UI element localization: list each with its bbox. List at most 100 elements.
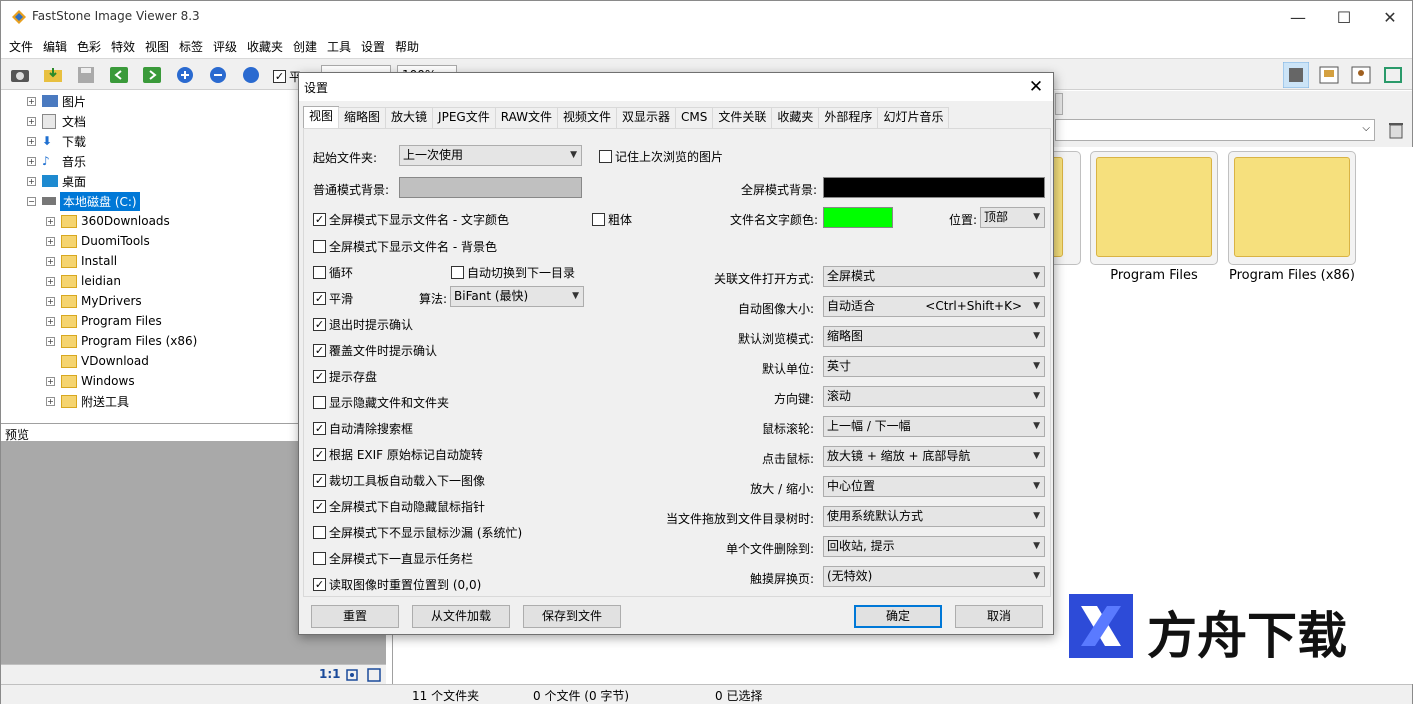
menu-tags[interactable]: 标签 <box>179 38 203 55</box>
checkbox-box[interactable] <box>599 150 612 163</box>
zoom-select[interactable]: 中心位置 ▼ <box>823 476 1045 497</box>
option-checkbox[interactable]: ✓ 根据 EXIF 原始标记自动旋转 <box>313 446 483 463</box>
tab-external-programs[interactable]: 外部程序 <box>818 107 879 128</box>
tree-folder[interactable]: + Windows <box>46 371 135 391</box>
start-folder-select[interactable]: 上一次使用 ▼ <box>399 145 582 166</box>
save-to-file-button[interactable]: 保存到文件 <box>523 605 621 628</box>
expand-icon[interactable]: + <box>27 156 36 166</box>
tree-folder[interactable]: + MyDrivers <box>46 291 142 311</box>
tree-item-downloads[interactable]: + ⬇ 下载 <box>27 131 86 151</box>
algorithm-select[interactable]: BiFant (最快) ▼ <box>450 286 584 307</box>
menu-help[interactable]: 帮助 <box>395 38 419 55</box>
auto-next-dir-checkbox[interactable]: 自动切换到下一目录 <box>451 264 575 281</box>
thumbnail-program-files-x86[interactable] <box>1228 151 1356 265</box>
expand-icon[interactable]: + <box>46 276 55 286</box>
tree-folder[interactable]: + 附送工具 <box>46 391 129 411</box>
expand-icon[interactable]: + <box>46 316 55 326</box>
menu-view[interactable]: 视图 <box>145 38 169 55</box>
camera-icon[interactable] <box>10 66 30 84</box>
checkbox-box[interactable] <box>313 526 326 539</box>
option-checkbox[interactable]: ✓ 裁切工具板自动载入下一图像 <box>313 472 485 489</box>
option-checkbox[interactable]: 全屏模式下不显示鼠标沙漏 (系统忙) <box>313 524 522 541</box>
expand-icon[interactable]: + <box>27 176 36 186</box>
menu-file[interactable]: 文件 <box>9 38 33 55</box>
tab-thumbnails[interactable]: 缩略图 <box>338 107 387 128</box>
tab-view[interactable]: 视图 <box>303 106 340 128</box>
checkbox-box[interactable]: ✓ <box>313 500 326 513</box>
checkbox-box[interactable] <box>451 266 464 279</box>
tab-magnifier[interactable]: 放大镜 <box>385 107 434 128</box>
tree-folder[interactable]: + DuomiTools <box>46 231 150 251</box>
menu-color[interactable]: 色彩 <box>77 38 101 55</box>
loop-checkbox[interactable]: 循环 <box>313 264 353 281</box>
tab-video[interactable]: 视频文件 <box>557 107 618 128</box>
tree-folder[interactable]: + Program Files (x86) <box>46 331 197 351</box>
browse-mode-select[interactable]: 缩略图 ▼ <box>823 326 1045 347</box>
zoom-in-icon[interactable] <box>175 66 195 84</box>
menu-tools[interactable]: 工具 <box>327 38 351 55</box>
smooth-checkbox[interactable]: ✓ 平滑 <box>313 290 353 307</box>
fullsize-icon[interactable] <box>367 668 381 682</box>
expand-icon[interactable]: + <box>46 376 55 386</box>
remember-last-checkbox[interactable]: 记住上次浏览的图片 <box>599 148 723 165</box>
touch-page-select[interactable]: (无特效) ▼ <box>823 566 1045 587</box>
normal-bg-swatch[interactable] <box>399 177 582 198</box>
expand-icon[interactable]: + <box>27 116 36 126</box>
tree-folder[interactable]: +360Downloads <box>46 211 170 231</box>
unit-select[interactable]: 英寸 ▼ <box>823 356 1045 377</box>
image-view-icon[interactable] <box>1319 66 1339 84</box>
option-checkbox[interactable]: ✓ 读取图像时重置位置到 (0,0) <box>313 576 481 593</box>
option-checkbox[interactable]: ✓ 提示存盘 <box>313 368 377 385</box>
menu-favorites[interactable]: 收藏夹 <box>247 38 283 55</box>
tree-item-documents[interactable]: + 文档 <box>27 111 86 131</box>
option-checkbox[interactable]: ✓ 覆盖文件时提示确认 <box>313 342 437 359</box>
checkbox-box[interactable]: ✓ <box>313 422 326 435</box>
user-view-icon[interactable] <box>1351 66 1371 84</box>
expand-icon[interactable]: + <box>46 336 55 346</box>
auto-size-select[interactable]: 自动适合 <Ctrl+Shift+K> ▼ <box>823 296 1045 317</box>
ok-button[interactable]: 确定 <box>854 605 942 628</box>
mouse-wheel-select[interactable]: 上一幅 / 下一幅 ▼ <box>823 416 1045 437</box>
expand-icon[interactable]: + <box>27 96 36 106</box>
tree-folder[interactable]: + Program Files <box>46 311 162 331</box>
arrow-keys-select[interactable]: 滚动 ▼ <box>823 386 1045 407</box>
expand-icon[interactable]: + <box>46 256 55 266</box>
checkbox-box[interactable] <box>313 552 326 565</box>
tab-cms[interactable]: CMS <box>675 107 714 128</box>
tab-file-assoc[interactable]: 文件关联 <box>712 107 773 128</box>
menu-rating[interactable]: 评级 <box>213 38 237 55</box>
option-checkbox[interactable]: ✓ 全屏模式下自动隐藏鼠标指针 <box>313 498 485 515</box>
drag-drop-select[interactable]: 使用系统默认方式 ▼ <box>823 506 1045 527</box>
menu-effects[interactable]: 特效 <box>111 38 135 55</box>
tab-raw[interactable]: RAW文件 <box>494 107 558 128</box>
show-filename-bg-checkbox[interactable]: 全屏模式下显示文件名 - 背景色 <box>313 238 497 255</box>
tab-favorites[interactable]: 收藏夹 <box>771 107 820 128</box>
close-button[interactable]: ✕ <box>1367 1 1413 33</box>
position-select[interactable]: 顶部 ▼ <box>980 207 1045 228</box>
collapse-icon[interactable]: − <box>27 196 36 206</box>
next-icon[interactable] <box>142 66 162 84</box>
load-from-file-button[interactable]: 从文件加载 <box>412 605 510 628</box>
tab-dual-monitor[interactable]: 双显示器 <box>616 107 677 128</box>
zoom-out-icon[interactable] <box>208 66 228 84</box>
option-checkbox[interactable]: 显示隐藏文件和文件夹 <box>313 394 449 411</box>
delete-to-select[interactable]: 回收站, 提示 ▼ <box>823 536 1045 557</box>
open-folder-icon[interactable] <box>43 66 63 84</box>
filename-color-swatch[interactable] <box>823 207 893 228</box>
checkbox-box[interactable]: ✓ <box>313 292 326 305</box>
option-checkbox[interactable]: ✓ 自动清除搜索框 <box>313 420 413 437</box>
menu-create[interactable]: 创建 <box>293 38 317 55</box>
menu-edit[interactable]: 编辑 <box>43 38 67 55</box>
tree-item-pictures[interactable]: + 图片 <box>27 91 86 111</box>
cancel-button[interactable]: 取消 <box>955 605 1043 628</box>
full-bg-swatch[interactable] <box>823 177 1045 198</box>
tree-item-drive-c[interactable]: − 本地磁盘 (C:) <box>27 191 140 211</box>
checkbox-box[interactable]: ✓ <box>313 344 326 357</box>
smooth-checkbox[interactable]: ✓ <box>273 70 286 83</box>
maximize-button[interactable]: ☐ <box>1321 1 1367 33</box>
bold-checkbox[interactable]: 粗体 <box>592 211 632 228</box>
option-checkbox[interactable]: 全屏模式下一直显示任务栏 <box>313 550 473 567</box>
option-checkbox[interactable]: ✓ 退出时提示确认 <box>313 316 413 333</box>
show-filename-text-checkbox[interactable]: ✓ 全屏模式下显示文件名 - 文字颜色 <box>313 211 509 228</box>
tree-folder[interactable]: + leidian <box>46 271 121 291</box>
